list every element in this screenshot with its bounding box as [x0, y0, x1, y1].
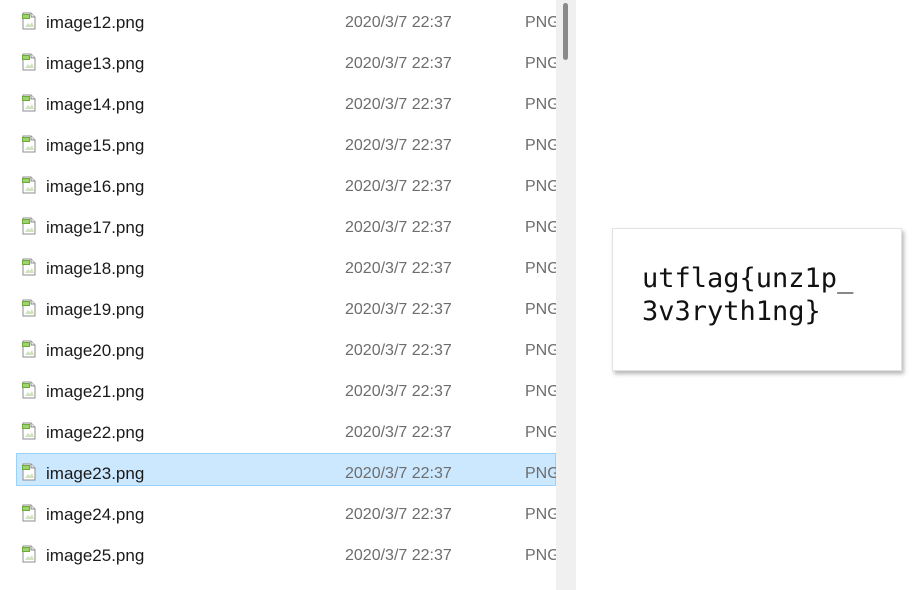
file-row-image19[interactable]: image19.png 2020/3/7 22:37 PNG — [0, 289, 556, 330]
scroll-thumb[interactable] — [563, 3, 568, 60]
file-modified-date: 2020/3/7 22:37 — [345, 178, 452, 195]
file-modified-date: 2020/3/7 22:37 — [345, 301, 452, 318]
file-type: PNG — [525, 424, 556, 441]
file-type: PNG — [525, 506, 556, 523]
file-type: PNG — [525, 219, 556, 236]
file-type: PNG — [525, 383, 556, 400]
png-image-file-icon — [21, 135, 37, 153]
file-type: PNG — [525, 301, 556, 318]
file-name: image19.png — [46, 300, 145, 319]
file-name: image23.png — [46, 464, 145, 483]
file-list-pane: image12.png 2020/3/7 22:37 PNG image13.p… — [0, 0, 556, 590]
file-name: image22.png — [46, 423, 145, 442]
png-image-file-icon — [21, 381, 37, 399]
file-row-image15[interactable]: image15.png 2020/3/7 22:37 PNG — [0, 125, 556, 166]
file-name: image21.png — [46, 382, 145, 401]
file-name: image24.png — [46, 505, 145, 524]
file-name: image13.png — [46, 54, 145, 73]
file-name: image12.png — [46, 13, 145, 32]
file-row-image18[interactable]: image18.png 2020/3/7 22:37 PNG — [0, 248, 556, 289]
file-row-image16[interactable]: image16.png 2020/3/7 22:37 PNG — [0, 166, 556, 207]
png-image-file-icon — [21, 463, 37, 481]
file-modified-date: 2020/3/7 22:37 — [345, 260, 452, 277]
file-modified-date: 2020/3/7 22:37 — [345, 342, 452, 359]
file-name: image18.png — [46, 259, 145, 278]
file-modified-date: 2020/3/7 22:37 — [345, 55, 452, 72]
file-modified-date: 2020/3/7 22:37 — [345, 14, 452, 31]
png-image-file-icon — [21, 299, 37, 317]
png-image-file-icon — [21, 545, 37, 563]
file-row-image20[interactable]: image20.png 2020/3/7 22:37 PNG — [0, 330, 556, 371]
file-name: image17.png — [46, 218, 145, 237]
file-row-image24[interactable]: image24.png 2020/3/7 22:37 PNG — [0, 494, 556, 535]
file-type: PNG — [525, 55, 556, 72]
png-image-file-icon — [21, 53, 37, 71]
file-row-image14[interactable]: image14.png 2020/3/7 22:37 PNG — [0, 84, 556, 125]
file-row-image22[interactable]: image22.png 2020/3/7 22:37 PNG — [0, 412, 556, 453]
file-row-image17[interactable]: image17.png 2020/3/7 22:37 PNG — [0, 207, 556, 248]
flag-line-2: 3v3ryth1ng} — [642, 296, 821, 327]
png-image-file-icon — [21, 340, 37, 358]
file-row-image21[interactable]: image21.png 2020/3/7 22:37 PNG — [0, 371, 556, 412]
file-row-image23[interactable]: image23.png 2020/3/7 22:37 PNG — [0, 453, 556, 494]
file-name: image25.png — [46, 546, 145, 565]
file-type: PNG — [525, 547, 556, 564]
file-name: image14.png — [46, 95, 145, 114]
flag-text: utflag{unz1p_ 3v3ryth1ng} — [642, 262, 897, 328]
file-type: PNG — [525, 96, 556, 113]
file-name: image15.png — [46, 136, 145, 155]
file-type: PNG — [525, 14, 556, 31]
file-type: PNG — [525, 178, 556, 195]
file-list: image12.png 2020/3/7 22:37 PNG image13.p… — [0, 2, 556, 586]
png-image-file-icon — [21, 217, 37, 235]
png-image-file-icon — [21, 12, 37, 30]
file-type: PNG — [525, 137, 556, 154]
png-image-file-icon — [21, 176, 37, 194]
file-row-image13[interactable]: image13.png 2020/3/7 22:37 PNG — [0, 43, 556, 84]
file-modified-date: 2020/3/7 22:37 — [345, 137, 452, 154]
flag-text-card: utflag{unz1p_ 3v3ryth1ng} — [612, 228, 902, 371]
file-type: PNG — [525, 465, 556, 482]
file-modified-date: 2020/3/7 22:37 — [345, 383, 452, 400]
file-modified-date: 2020/3/7 22:37 — [345, 219, 452, 236]
file-modified-date: 2020/3/7 22:37 — [345, 96, 452, 113]
file-modified-date: 2020/3/7 22:37 — [345, 506, 452, 523]
file-type: PNG — [525, 342, 556, 359]
file-type: PNG — [525, 260, 556, 277]
png-image-file-icon — [21, 258, 37, 276]
file-name: image16.png — [46, 177, 145, 196]
file-name: image20.png — [46, 341, 145, 360]
file-row-image25[interactable]: image25.png 2020/3/7 22:37 PNG — [0, 535, 556, 576]
vertical-scrollbar[interactable] — [556, 0, 576, 590]
png-image-file-icon — [21, 422, 37, 440]
partial-file-row — [0, 576, 556, 586]
png-image-file-icon — [21, 504, 37, 522]
png-image-file-icon — [21, 94, 37, 112]
file-modified-date: 2020/3/7 22:37 — [345, 547, 452, 564]
flag-line-1: utflag{unz1p_ — [642, 263, 854, 294]
file-modified-date: 2020/3/7 22:37 — [345, 424, 452, 441]
file-modified-date: 2020/3/7 22:37 — [345, 465, 452, 482]
file-row-image12[interactable]: image12.png 2020/3/7 22:37 PNG — [0, 2, 556, 43]
